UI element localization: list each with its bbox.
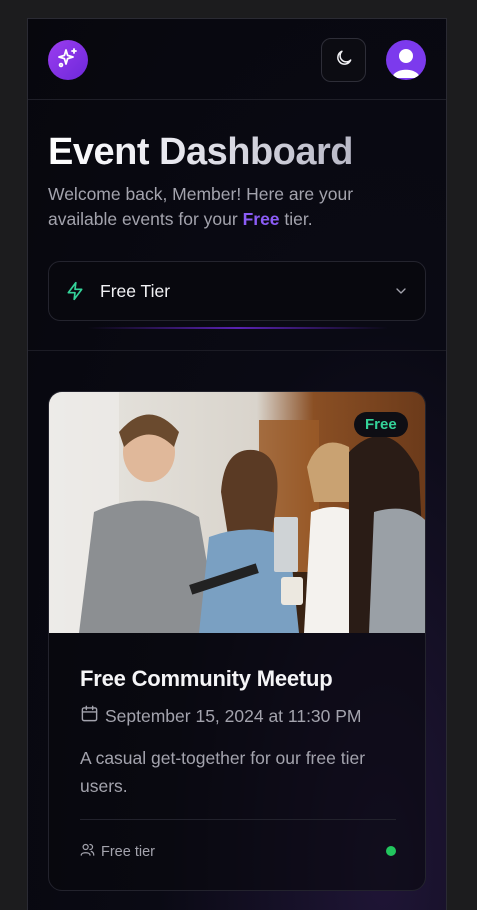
event-date: September 15, 2024 at 11:30 PM <box>105 705 362 726</box>
status-indicator <box>386 846 396 856</box>
calendar-icon <box>80 704 99 728</box>
event-tier-label: Free tier <box>101 844 155 860</box>
sparkles-icon <box>56 46 80 75</box>
chevron-down-icon <box>393 283 409 304</box>
moon-icon <box>334 48 354 73</box>
card-divider <box>80 819 396 820</box>
tier-select-value: Free Tier <box>100 281 171 301</box>
users-icon <box>80 842 95 862</box>
welcome-suffix: tier. <box>279 209 313 229</box>
tier-select-dropdown[interactable]: Free Tier <box>48 261 426 321</box>
section-divider <box>28 350 446 351</box>
event-tier-row: Free tier <box>80 842 155 862</box>
event-card[interactable]: Free Free Community Meetup September 15,… <box>48 391 426 891</box>
logo[interactable] <box>48 40 88 80</box>
welcome-text: Welcome back, Member! Here are your avai… <box>48 182 418 232</box>
event-title: Free Community Meetup <box>80 666 333 691</box>
welcome-tier: Free <box>242 209 280 229</box>
user-avatar[interactable] <box>386 40 426 80</box>
event-photo: Free <box>49 392 425 633</box>
theme-toggle-button[interactable] <box>321 38 366 82</box>
top-header <box>28 19 446 100</box>
event-description: A casual get-together for our free tier … <box>80 748 366 796</box>
event-date-row: September 15, 2024 at 11:30 PM <box>80 704 362 728</box>
user-avatar-icon <box>386 49 426 80</box>
event-badge: Free <box>354 412 408 437</box>
page-title: Event Dashboard <box>48 131 354 173</box>
accent-glow-line <box>88 327 388 329</box>
lightning-bolt-icon <box>65 281 85 306</box>
app-frame: Event Dashboard Welcome back, Member! He… <box>27 18 447 910</box>
